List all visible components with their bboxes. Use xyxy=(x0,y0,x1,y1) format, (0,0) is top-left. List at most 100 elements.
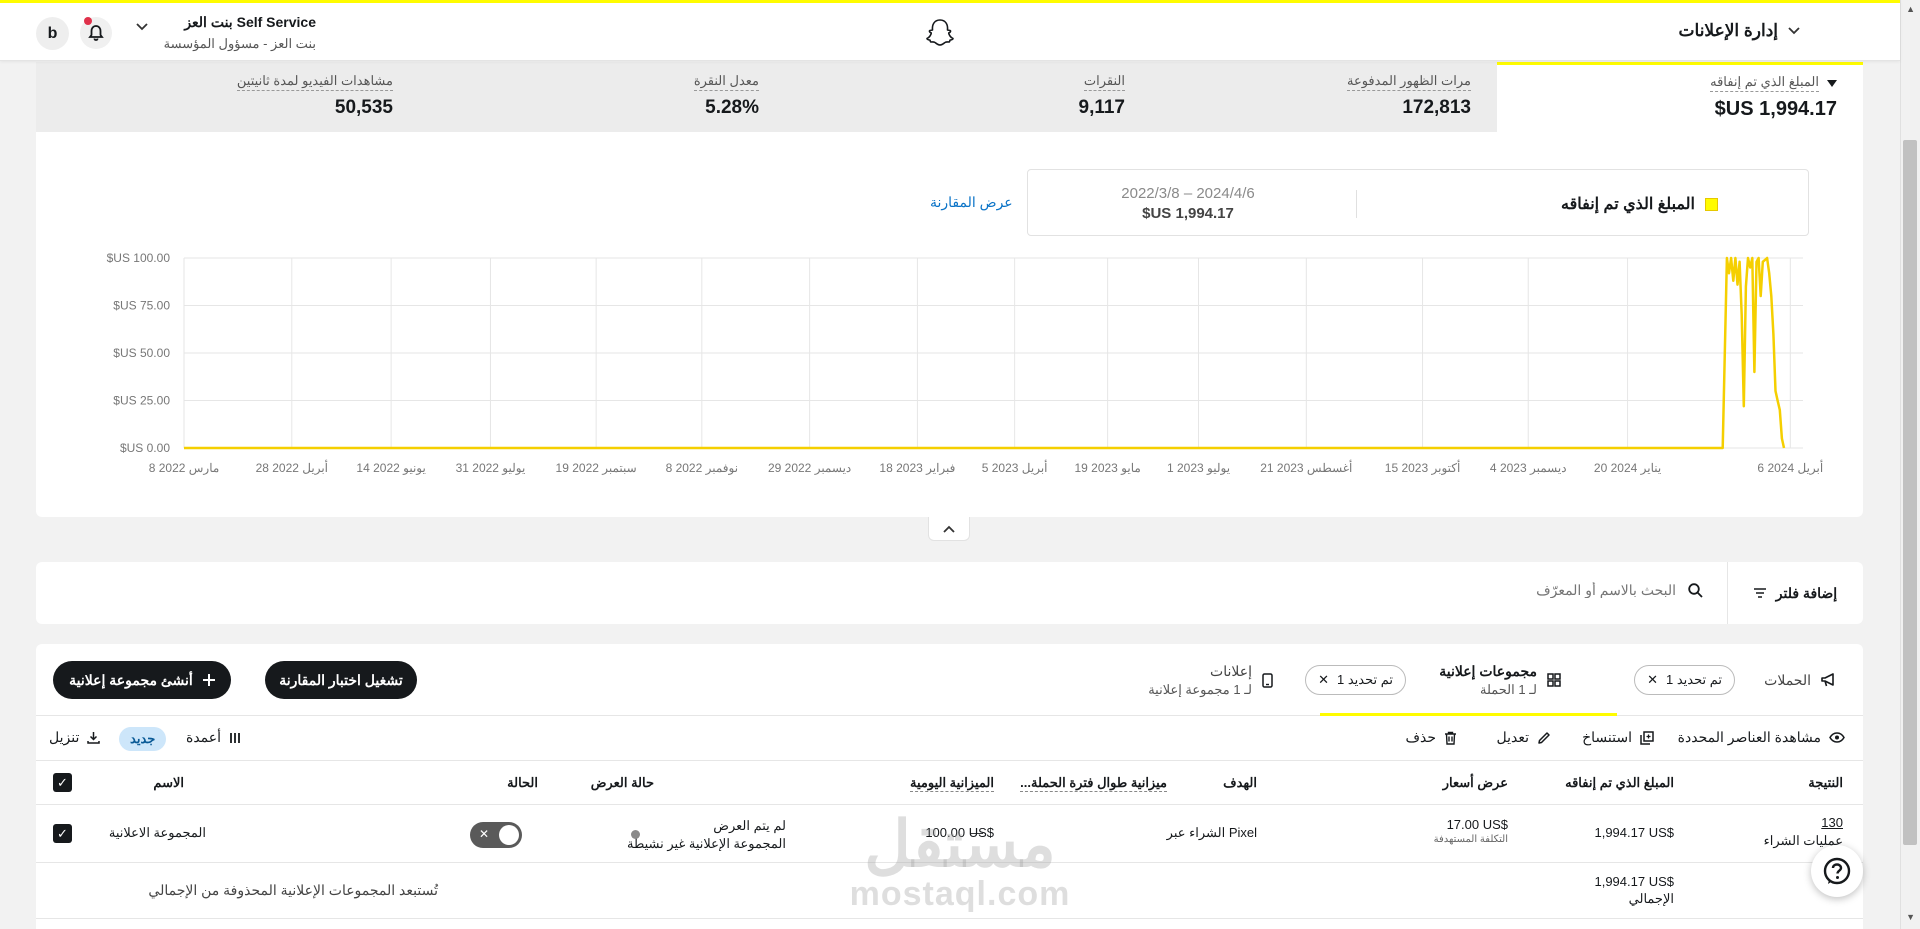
tab-ads[interactable]: إعلانات لـ 1 مجموعة إعلانية xyxy=(1148,644,1273,716)
spend-cell: 1,994.17 US$ xyxy=(1594,825,1674,840)
close-icon[interactable]: ✕ xyxy=(1318,672,1329,688)
goal-cell: الشراء عبر Pixel xyxy=(1166,825,1257,840)
column-header-lifetime-budget[interactable]: ...ميزانية طوال فترة الحملة xyxy=(1020,775,1167,792)
notification-dot xyxy=(84,17,92,25)
trash-icon xyxy=(1445,731,1456,745)
legend-date-range: 2022/3/8 – 2024/4/6 xyxy=(1121,185,1255,202)
collapse-chart-button[interactable] xyxy=(928,517,970,541)
delete-button[interactable]: حذف xyxy=(1405,729,1457,746)
column-header-name[interactable]: الاسم xyxy=(153,775,184,791)
table-header: النتيجة المبلغ الذي تم إنفاقه عرض أسعار … xyxy=(36,761,1863,805)
select-all-checkbox[interactable]: ✓ xyxy=(53,773,72,792)
megaphone-icon xyxy=(1821,673,1834,687)
new-badge: جديد xyxy=(119,727,167,751)
tab-campaigns[interactable]: الحملات xyxy=(1764,644,1837,716)
tab-ad-sets-subtitle: لـ 1 الحملة xyxy=(1480,681,1537,697)
account-switcher[interactable]: بنت العز Self Service بنت العز - مسؤول ا… xyxy=(162,14,316,52)
x-tick-label: 6 أبريل 2024 xyxy=(1757,460,1823,475)
metric-label: مرات الظهور المدفوعة xyxy=(1346,73,1471,91)
metrics-strip: المبلغ الذي تم إنفاقه $US 1,994.17 مرات … xyxy=(36,62,1863,132)
legend-series: المبلغ الذي تم إنفاقه xyxy=(1561,194,1718,214)
x-tick-label: 19 مايو 2023 xyxy=(1074,461,1140,475)
add-filter-button[interactable]: إضافة فلتر xyxy=(1727,562,1863,624)
daily-budget-cell: 100.00 US$ xyxy=(925,825,994,840)
campaigns-selection-chip[interactable]: تم تحديد 1 ✕ xyxy=(1634,644,1735,716)
caret-down-icon[interactable] xyxy=(1827,79,1837,87)
filter-icon xyxy=(1753,588,1766,598)
result-value[interactable]: 130 xyxy=(1764,815,1843,830)
help-button[interactable] xyxy=(1811,845,1863,897)
tab-campaigns-label: الحملات xyxy=(1764,671,1811,688)
selection-chip[interactable]: تم تحديد 1 ✕ xyxy=(1305,665,1406,695)
delivery-cell: لم يتم العرض المجموعة الإعلانية غير نشيط… xyxy=(627,818,786,852)
total-spend: 1,994.17 US$ xyxy=(1594,874,1674,889)
legend-amount: $US 1,994.17 xyxy=(1142,205,1234,222)
table-row[interactable]: 130 عمليات الشراء 1,994.17 US$ 17.00 US$… xyxy=(36,805,1863,863)
column-header-daily-budget[interactable]: الميزانية اليومية xyxy=(910,775,994,792)
x-tick-label: 29 ديسمبر 2022 xyxy=(768,461,851,475)
account-name: بنت العز Self Service xyxy=(184,14,316,30)
scroll-thumb[interactable] xyxy=(1903,140,1917,845)
legend-swatch xyxy=(1705,197,1718,211)
metric-spend[interactable]: المبلغ الذي تم إنفاقه $US 1,994.17 xyxy=(1497,62,1863,132)
download-button[interactable]: تنزيل xyxy=(49,729,101,746)
x-tick-label: 19 سبتمبر 2022 xyxy=(556,461,637,475)
chevron-up-icon xyxy=(943,525,955,533)
column-header-delivery[interactable]: حالة العرض xyxy=(591,775,654,791)
scroll-up-icon[interactable]: ▲ xyxy=(1906,4,1915,14)
bid-cell: 17.00 US$ التكلفة المستهدفة xyxy=(1434,817,1508,845)
metric-impressions[interactable]: مرات الظهور المدفوعة 172,813 xyxy=(1346,72,1471,119)
tab-ad-sets[interactable]: مجموعات إعلانية لـ 1 الحملة xyxy=(1439,644,1561,716)
adsets-selection-chip[interactable]: تم تحديد 1 ✕ xyxy=(1305,644,1406,716)
avatar[interactable]: b xyxy=(36,17,69,50)
result-cell: 130 عمليات الشراء xyxy=(1764,815,1843,849)
status-toggle[interactable]: ✕ xyxy=(470,822,522,848)
name-cell[interactable]: المجموعة الاعلانية xyxy=(109,825,206,841)
create-ad-set-button[interactable]: أنشئ مجموعة إعلانية xyxy=(53,661,231,699)
ads-manager-menu[interactable]: إدارة الإعلانات xyxy=(1679,21,1800,41)
metric-swipe-rate[interactable]: معدل النقرة 5.28% xyxy=(693,72,759,119)
scroll-down-icon[interactable]: ▼ xyxy=(1906,912,1915,922)
column-header-spend[interactable]: المبلغ الذي تم إنفاقه xyxy=(1565,775,1674,791)
search-input[interactable] xyxy=(1456,582,1676,598)
metric-value: $US 1,994.17 xyxy=(1714,98,1837,120)
account-chevron-down-icon[interactable] xyxy=(136,23,148,31)
column-header-goal[interactable]: الهدف xyxy=(1223,775,1257,791)
spend-line-chart: $US 0.00 $US 25.00 $US 50.00 $US 75.00 $US 1… xyxy=(107,251,1824,475)
table-toolbar: مشاهدة العناصر المحددة استنساخ تعديل حذف… xyxy=(36,716,1863,761)
x-tick-label: 18 فبراير 2023 xyxy=(879,461,955,475)
metric-label: النقرات xyxy=(1083,73,1125,91)
metric-swipes[interactable]: النقرات 9,117 xyxy=(1079,72,1125,119)
x-tick-label: 4 ديسمبر 2023 xyxy=(1490,461,1567,475)
snapchat-logo-icon[interactable] xyxy=(924,17,956,49)
close-icon[interactable]: ✕ xyxy=(1647,672,1658,688)
show-comparison-link[interactable]: عرض المقارنة xyxy=(930,194,1013,211)
add-filter-label: إضافة فلتر xyxy=(1775,584,1838,601)
page-scrollbar[interactable]: ▲ ▼ xyxy=(1900,0,1920,929)
duplicate-button[interactable]: استنساخ xyxy=(1582,729,1654,746)
delivery-reason: المجموعة الإعلانية غير نشيطة xyxy=(627,836,786,851)
search-icon xyxy=(1688,582,1703,598)
download-icon xyxy=(87,732,101,744)
bell-icon xyxy=(88,25,104,41)
column-header-bid[interactable]: عرض أسعار xyxy=(1443,775,1508,791)
x-tick-label: 20 يناير 2024 xyxy=(1594,461,1661,475)
toggle-knob xyxy=(499,825,519,845)
view-selected-button[interactable]: مشاهدة العناصر المحددة xyxy=(1678,729,1845,746)
x-tick-label: 14 يونيو 2022 xyxy=(356,461,425,475)
columns-button[interactable]: أعمدة xyxy=(186,729,241,746)
row-checkbox[interactable]: ✓ xyxy=(53,824,72,843)
metric-video-views[interactable]: مشاهدات الفيديو لمدة ثانيتين 50,535 xyxy=(236,72,393,119)
column-header-status[interactable]: الحالة xyxy=(507,775,538,791)
x-tick-label: 28 أبريل 2022 xyxy=(256,460,328,475)
edit-button[interactable]: تعديل xyxy=(1497,729,1552,746)
column-header-result[interactable]: النتيجة xyxy=(1808,775,1843,791)
account-role: بنت العز - مسؤول المؤسسة xyxy=(163,36,316,51)
duplicate-icon xyxy=(1640,730,1654,745)
y-tick-label: $US 0.00 xyxy=(120,441,170,455)
run-comparison-test-button[interactable]: تشغيل اختبار المقارنة xyxy=(265,661,417,699)
tab-ad-sets-title: مجموعات إعلانية xyxy=(1439,662,1537,679)
search-box xyxy=(1456,582,1703,598)
selection-chip[interactable]: تم تحديد 1 ✕ xyxy=(1634,665,1735,695)
ad-sets-table-card: الحملات تم تحديد 1 ✕ مجموعات إعلانية لـ … xyxy=(36,644,1863,929)
